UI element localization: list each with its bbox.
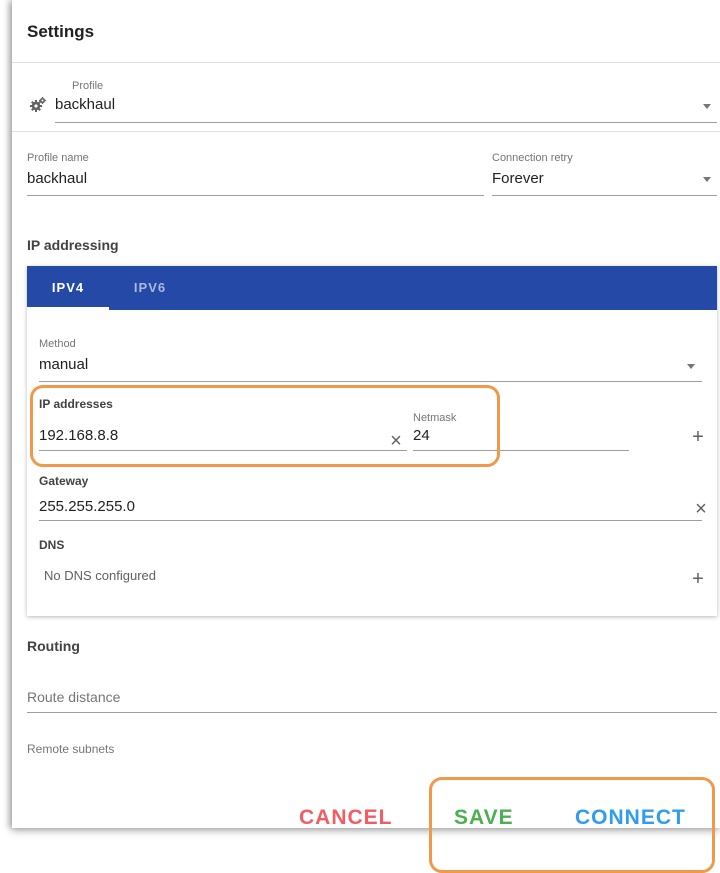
method-label: Method xyxy=(39,338,76,350)
dialog-title: Settings xyxy=(27,22,95,41)
profile-name-underline xyxy=(27,195,484,196)
routing-title: Routing xyxy=(27,638,80,654)
dns-empty-text: No DNS configured xyxy=(44,568,156,583)
connection-retry-select[interactable]: Connection retry Forever xyxy=(492,152,717,196)
profile-name-label: Profile name xyxy=(27,152,89,164)
connection-retry-underline xyxy=(492,195,717,196)
profile-value: backhaul xyxy=(55,96,116,113)
profile-select[interactable]: Profile backhaul xyxy=(27,80,717,124)
cancel-button[interactable]: CANCEL xyxy=(299,806,393,830)
gears-icon xyxy=(30,97,46,112)
plus-icon[interactable]: + xyxy=(687,427,709,447)
active-tab-indicator xyxy=(27,307,109,310)
route-distance-input[interactable]: Route distance xyxy=(27,686,717,714)
gateway-input[interactable]: 255.255.255.0 xyxy=(39,496,702,522)
ip-addressing-title: IP addressing xyxy=(27,237,119,253)
method-value: manual xyxy=(39,356,89,373)
profile-divider xyxy=(12,131,720,132)
profile-label: Profile xyxy=(72,80,104,92)
tab-ipv4[interactable]: IPV4 xyxy=(27,266,109,310)
connection-retry-label: Connection retry xyxy=(492,152,573,164)
route-distance-underline xyxy=(27,712,717,713)
route-distance-placeholder: Route distance xyxy=(27,689,121,705)
ip-addresses-highlight xyxy=(30,385,500,467)
title-divider xyxy=(12,62,720,63)
gateway-label: Gateway xyxy=(39,474,89,488)
method-underline xyxy=(39,381,702,382)
profile-underline xyxy=(55,122,717,123)
profile-name-field[interactable]: Profile name backhaul xyxy=(27,152,484,196)
tab-ipv6[interactable]: IPV6 xyxy=(109,266,191,310)
remote-subnets-label: Remote subnets xyxy=(27,742,115,756)
caret-down-icon xyxy=(703,177,711,182)
plus-icon[interactable]: + xyxy=(687,569,709,589)
caret-down-icon xyxy=(687,364,695,369)
dns-label: DNS xyxy=(39,538,65,552)
ip-tabs: IPV4 IPV6 xyxy=(27,266,717,310)
caret-down-icon xyxy=(703,104,711,109)
gateway-underline xyxy=(39,520,702,521)
close-icon[interactable]: × xyxy=(690,499,712,519)
gateway-value: 255.255.255.0 xyxy=(39,498,135,515)
connection-retry-value: Forever xyxy=(492,170,544,187)
method-select[interactable]: Method manual xyxy=(39,338,702,382)
actions-highlight xyxy=(429,777,715,873)
profile-name-value: backhaul xyxy=(27,170,88,187)
